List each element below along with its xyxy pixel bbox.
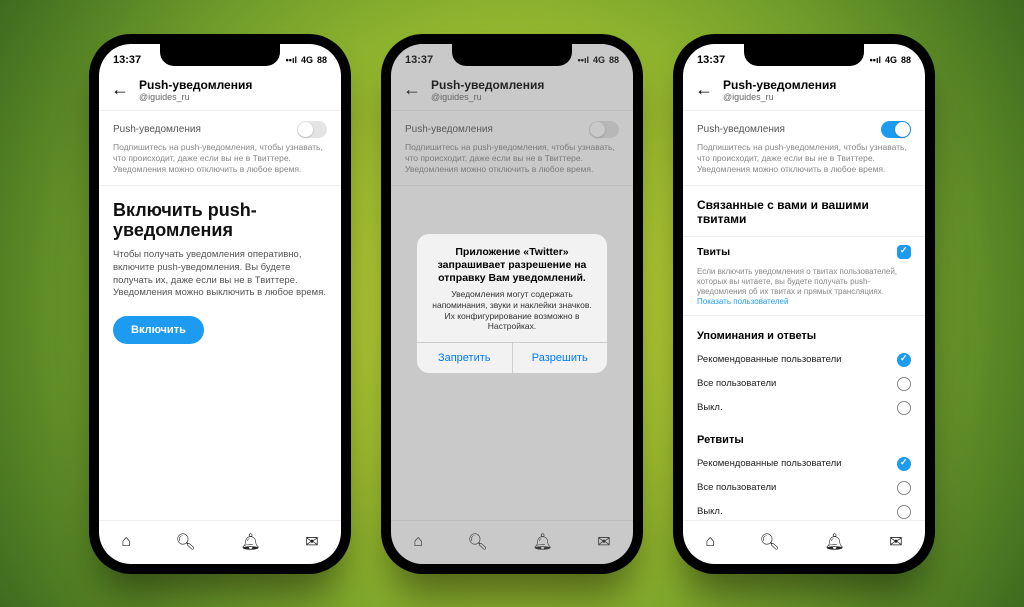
phone-1: 13:37 ••ıl 4G 88 ← Push-уведомления @igu… (89, 34, 351, 574)
notch (452, 44, 572, 66)
battery-label: 88 (901, 55, 911, 65)
group-title: Упоминания и ответы (683, 316, 925, 348)
tweets-help: Если включить уведомления о твитах польз… (683, 267, 925, 315)
radio-off[interactable] (897, 401, 911, 415)
promo-title: Включить push-уведомления (113, 200, 327, 241)
notch (160, 44, 280, 66)
radio-all[interactable] (897, 377, 911, 391)
alert-message: Уведомления могут содержать напоминания,… (417, 289, 607, 342)
promo-body: Чтобы получать уведомления оперативно, в… (113, 249, 327, 300)
push-toggle-help: Подпишитесь на push-уведомления, чтобы у… (99, 140, 341, 185)
mail-icon[interactable]: ✉︎ (889, 532, 902, 552)
back-arrow-icon[interactable]: ← (111, 79, 129, 100)
group-mentions: Упоминания и ответы Рекомендованные поль… (683, 316, 925, 420)
signal-icon: ••ıl (870, 55, 881, 65)
radio-off[interactable] (897, 505, 911, 519)
battery-label: 88 (317, 55, 327, 65)
radio-all[interactable] (897, 481, 911, 495)
signal-icon: ••ıl (286, 55, 297, 65)
status-time: 13:37 (113, 54, 141, 66)
network-label: 4G (301, 55, 313, 65)
status-time: 13:37 (697, 54, 725, 66)
page-title: Push-уведомления (723, 78, 836, 92)
push-toggle-label: Push-уведомления (697, 124, 785, 135)
back-arrow-icon[interactable]: ← (695, 79, 713, 100)
page-title: Push-уведомления (139, 78, 252, 92)
search-icon[interactable]: 🔍︎ (760, 532, 780, 552)
tweets-checkbox[interactable] (897, 245, 911, 259)
page-subtitle: @iguides_ru (723, 92, 836, 102)
push-toggle-help: Подпишитесь на push-уведомления, чтобы у… (683, 140, 925, 185)
tab-bar: ⌂ 🔍︎ 🔔︎ ✉︎ (99, 520, 341, 564)
home-icon[interactable]: ⌂ (705, 533, 715, 551)
tab-bar: ⌂ 🔍︎ 🔔︎ ✉︎ (683, 520, 925, 564)
permission-dialog-overlay: Приложение «Twitter» запрашивает разреше… (391, 44, 633, 564)
section-heading: Связанные с вами и вашими твитами (683, 186, 925, 236)
push-toggle-label: Push-уведомления (113, 124, 201, 135)
home-icon[interactable]: ⌂ (121, 533, 131, 551)
phone-2: 13:37 ••ıl 4G 88 ← Push-уведомления @igu… (381, 34, 643, 574)
push-toggle[interactable] (881, 121, 911, 138)
bell-icon[interactable]: 🔔︎ (824, 532, 844, 552)
deny-button[interactable]: Запретить (417, 343, 513, 373)
push-toggle[interactable] (297, 121, 327, 138)
radio-recommended[interactable] (897, 457, 911, 471)
group-retweets: Ретвиты Рекомендованные пользователи Все… (683, 420, 925, 520)
phone-3: 13:37 ••ıl 4G 88 ← Push-уведомления @igu… (673, 34, 935, 574)
mail-icon[interactable]: ✉︎ (305, 532, 318, 552)
search-icon[interactable]: 🔍︎ (176, 532, 196, 552)
enable-button[interactable]: Включить (113, 316, 204, 344)
show-users-link[interactable]: Показать пользователей (697, 297, 788, 306)
tweets-label: Твиты (697, 246, 730, 258)
group-title: Ретвиты (683, 420, 925, 452)
nav-header: ← Push-уведомления @iguides_ru (683, 72, 925, 111)
radio-recommended[interactable] (897, 353, 911, 367)
bell-icon[interactable]: 🔔︎ (240, 532, 260, 552)
notch (744, 44, 864, 66)
network-label: 4G (885, 55, 897, 65)
nav-header: ← Push-уведомления @iguides_ru (99, 72, 341, 111)
permission-dialog: Приложение «Twitter» запрашивает разреше… (417, 234, 607, 373)
page-subtitle: @iguides_ru (139, 92, 252, 102)
alert-title: Приложение «Twitter» запрашивает разреше… (417, 234, 607, 289)
allow-button[interactable]: Разрешить (513, 343, 608, 373)
